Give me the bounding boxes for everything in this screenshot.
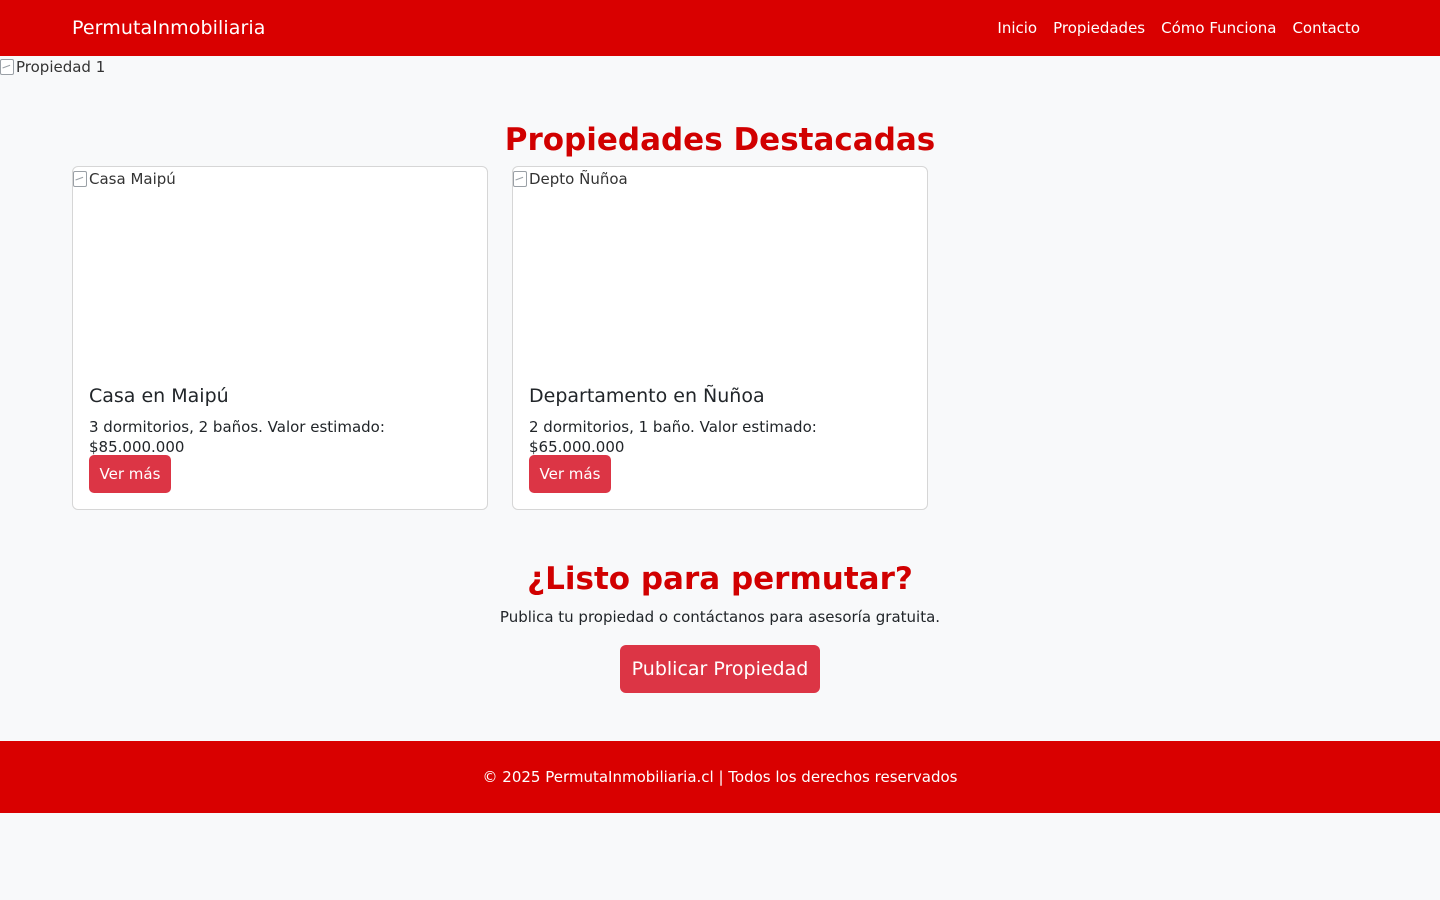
page-footer: © 2025 PermutaInmobiliaria.cl | Todos lo… bbox=[0, 741, 1440, 813]
footer-copyright: © 2025 PermutaInmobiliaria.cl | Todos lo… bbox=[482, 768, 958, 786]
publish-property-button[interactable]: Publicar Propiedad bbox=[620, 645, 820, 693]
property-image-alt-text: Depto Ñuñoa bbox=[529, 170, 628, 188]
brand-logo-link[interactable]: PermutaInmobiliaria bbox=[72, 16, 266, 40]
view-more-button[interactable]: Ver más bbox=[89, 455, 171, 493]
cta-title: ¿Listo para permutar? bbox=[527, 561, 913, 597]
property-title: Casa en Maipú bbox=[89, 385, 229, 407]
nav-link-contacto[interactable]: Contacto bbox=[1292, 18, 1360, 38]
nav-links: Inicio Propiedades Cómo Funciona Contact… bbox=[997, 18, 1360, 38]
hero-image: Propiedad 1 bbox=[0, 58, 105, 76]
nav-link-como-funciona[interactable]: Cómo Funciona bbox=[1161, 18, 1276, 38]
view-more-button[interactable]: Ver más bbox=[529, 455, 611, 493]
property-image: Casa Maipú bbox=[73, 170, 176, 188]
nav-link-inicio[interactable]: Inicio bbox=[997, 18, 1037, 38]
broken-image-icon bbox=[73, 171, 87, 187]
property-card: Depto Ñuñoa Departamento en Ñuñoa 2 dorm… bbox=[512, 166, 928, 510]
broken-image-icon bbox=[0, 59, 14, 75]
nav-link-propiedades[interactable]: Propiedades bbox=[1053, 18, 1145, 38]
property-image-alt-text: Casa Maipú bbox=[89, 170, 176, 188]
property-description: 2 dormitorios, 1 baño. Valor estimado: $… bbox=[529, 418, 817, 456]
property-description: 3 dormitorios, 2 baños. Valor estimado: … bbox=[89, 418, 385, 456]
cta-description: Publica tu propiedad o contáctanos para … bbox=[499, 608, 941, 626]
top-navbar: PermutaInmobiliaria Inicio Propiedades C… bbox=[0, 0, 1440, 56]
hero-image-alt-text: Propiedad 1 bbox=[16, 58, 106, 76]
broken-image-icon bbox=[513, 171, 527, 187]
property-card: Casa Maipú Casa en Maipú 3 dormitorios, … bbox=[72, 166, 488, 510]
property-image: Depto Ñuñoa bbox=[513, 170, 628, 188]
property-title: Departamento en Ñuñoa bbox=[529, 385, 765, 407]
featured-section-title: Propiedades Destacadas bbox=[504, 122, 936, 158]
